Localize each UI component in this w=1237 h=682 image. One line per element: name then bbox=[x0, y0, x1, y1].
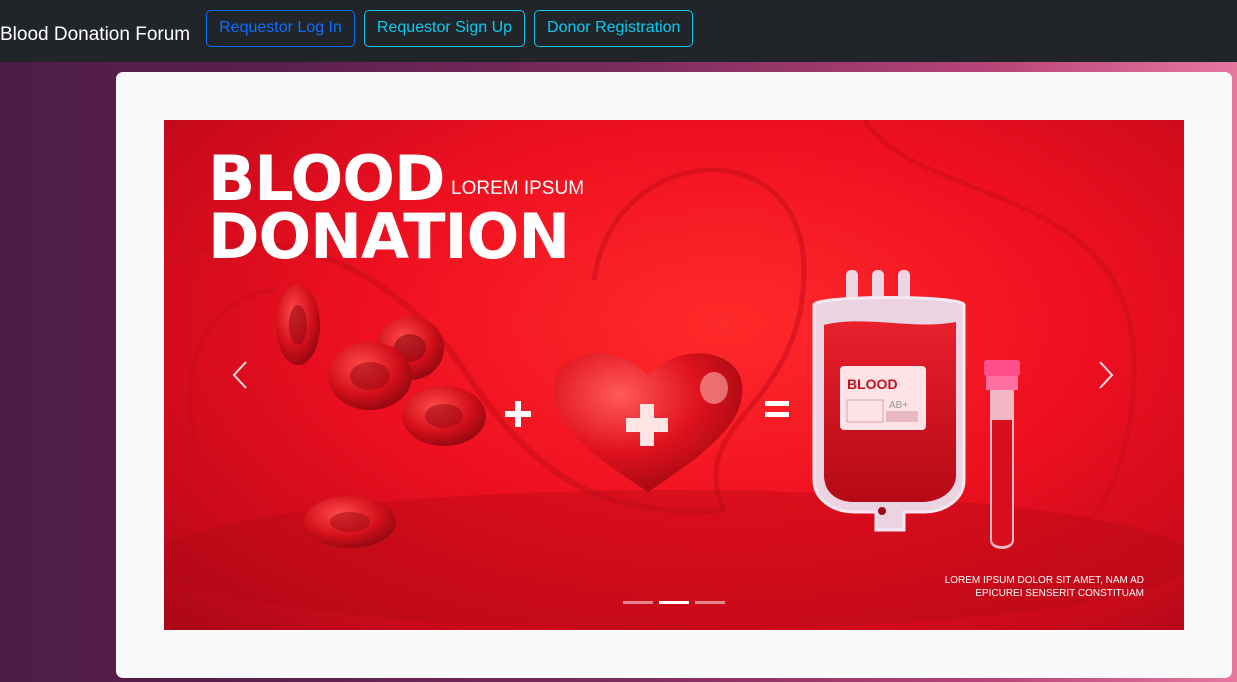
donor-registration-button[interactable]: Donor Registration bbox=[534, 9, 694, 47]
requestor-signup-button[interactable]: Requestor Sign Up bbox=[363, 9, 526, 47]
blood-type-label: AB+ bbox=[889, 400, 909, 411]
slide-footnote: LOREM IPSUM DOLOR SIT AMET, NAM AD EPICU… bbox=[914, 574, 1144, 600]
carousel-indicator-2[interactable] bbox=[659, 601, 689, 604]
slide-headline: BLOOD DONATION bbox=[208, 148, 570, 273]
footnote-line-2: EPICUREI SENSERIT CONSTITUAM bbox=[975, 588, 1144, 599]
carousel-prev-button[interactable] bbox=[220, 355, 260, 395]
carousel-indicators bbox=[623, 601, 725, 604]
blood-bag-label: BLOOD bbox=[847, 376, 898, 392]
top-navbar: Blood Donation Forum Requestor Log In Re… bbox=[0, 0, 1237, 62]
footnote-line-1: LOREM IPSUM DOLOR SIT AMET, NAM AD bbox=[944, 575, 1144, 586]
content-card: BLOOD DONATION LOREM IPSUM BLOOD AB+ LOR… bbox=[116, 72, 1232, 678]
chevron-left-icon bbox=[232, 361, 247, 389]
carousel-next-button[interactable] bbox=[1086, 355, 1126, 395]
chevron-right-icon bbox=[1099, 361, 1114, 389]
headline-line-2: DONATION bbox=[208, 200, 570, 273]
carousel-indicator-3[interactable] bbox=[695, 601, 725, 604]
requestor-login-button[interactable]: Requestor Log In bbox=[206, 9, 355, 47]
slide-subheading: LOREM IPSUM bbox=[451, 178, 585, 199]
image-carousel[interactable]: BLOOD DONATION LOREM IPSUM BLOOD AB+ LOR… bbox=[164, 120, 1184, 630]
carousel-indicator-1[interactable] bbox=[623, 601, 653, 604]
navbar-brand[interactable]: Blood Donation Forum bbox=[0, 24, 190, 46]
